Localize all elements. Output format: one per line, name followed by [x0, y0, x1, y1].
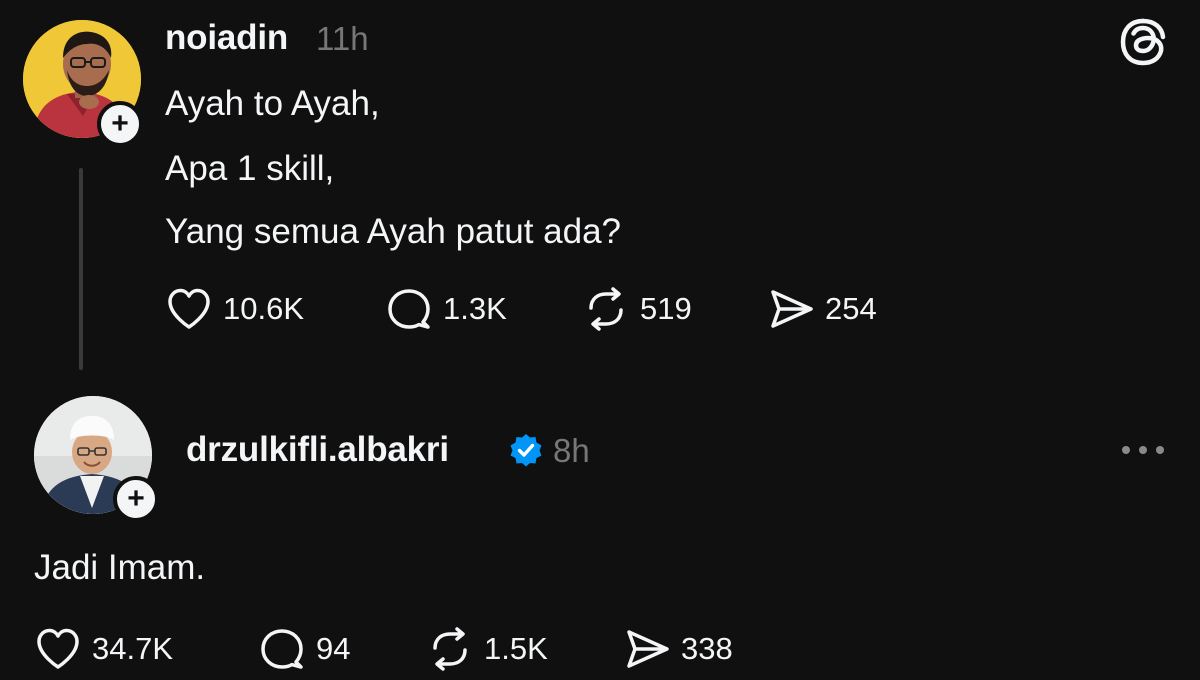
repost-button[interactable]: 1.5K	[426, 626, 623, 672]
verified-badge-icon	[510, 434, 542, 467]
share-count: 338	[681, 631, 733, 666]
send-icon	[771, 290, 813, 328]
like-count: 34.7K	[92, 631, 174, 666]
heart-icon	[37, 628, 79, 669]
share-count: 254	[825, 291, 877, 326]
thread-connector-line	[79, 168, 83, 370]
like-count: 10.6K	[223, 291, 305, 326]
repost-icon	[589, 287, 623, 331]
comment-icon	[261, 629, 303, 669]
threads-logo-icon[interactable]	[1118, 17, 1168, 67]
plus-icon: +	[127, 482, 145, 515]
share-button[interactable]: 254	[767, 286, 877, 332]
like-button[interactable]: 10.6K	[165, 286, 385, 332]
more-options-icon[interactable]	[1120, 440, 1166, 460]
post-text-line: Yang semua Ayah patut ada?	[165, 212, 622, 251]
repost-icon	[433, 627, 467, 671]
timestamp: 8h	[553, 432, 590, 469]
share-button[interactable]: 338	[623, 626, 733, 672]
reply-count: 1.3K	[443, 291, 507, 326]
post-actions: 34.7K 94 1.5K 338	[34, 626, 733, 672]
repost-count: 1.5K	[484, 631, 548, 666]
reply-button[interactable]: 94	[258, 626, 426, 672]
post-text-line: Ayah to Ayah,	[165, 84, 380, 123]
reply-button[interactable]: 1.3K	[385, 286, 582, 332]
send-icon	[627, 630, 669, 668]
comment-icon	[388, 289, 430, 329]
follow-button[interactable]: +	[97, 101, 143, 147]
username[interactable]: noiadin	[165, 18, 288, 58]
repost-count: 519	[640, 291, 692, 326]
like-button[interactable]: 34.7K	[34, 626, 258, 672]
post-text-line: Apa 1 skill,	[165, 149, 335, 188]
post-text: Jadi Imam.	[34, 548, 206, 587]
username[interactable]: drzulkifli.albakri	[186, 430, 449, 470]
heart-icon	[168, 288, 210, 329]
post-actions: 10.6K 1.3K 519 254	[165, 286, 877, 332]
repost-button[interactable]: 519	[582, 286, 767, 332]
follow-button[interactable]: +	[113, 476, 159, 522]
plus-icon: +	[111, 107, 129, 140]
timestamp: 11h	[316, 20, 369, 57]
reply-count: 94	[316, 631, 351, 666]
